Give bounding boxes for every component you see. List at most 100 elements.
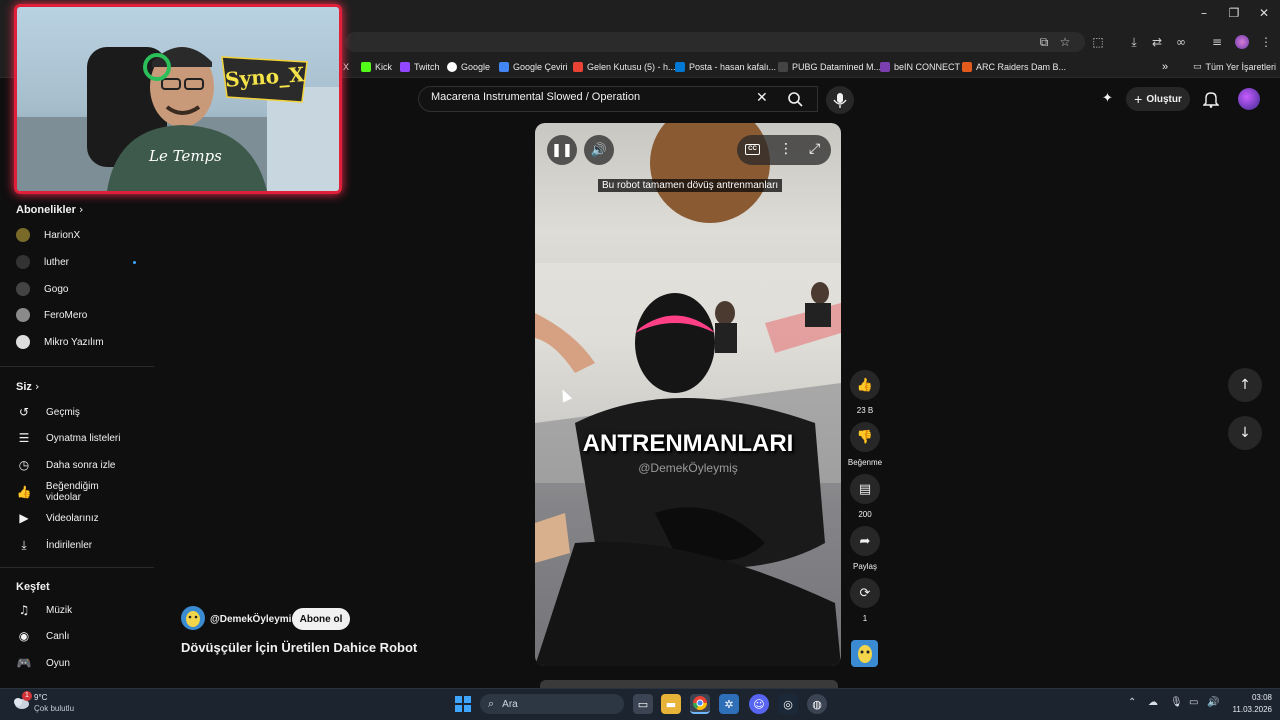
studio-icon[interactable]: ✦ xyxy=(1102,91,1118,107)
game-app-button[interactable]: ✲ xyxy=(719,694,739,714)
search-icon: ⌕ xyxy=(488,697,495,710)
all-bookmarks[interactable]: ▭ Tüm Yer İşaretleri xyxy=(1193,60,1276,74)
bookmark-google-translate[interactable]: Google Çeviri xyxy=(499,60,568,74)
channel-sound-thumb[interactable] xyxy=(851,640,878,667)
sidebar-item-playlists[interactable]: ☰ Oynatma listeleri xyxy=(16,429,136,447)
remix-action[interactable]: ⟳ 1 xyxy=(848,578,882,623)
remix-button[interactable]: ⟳ xyxy=(850,578,880,608)
obs-button[interactable]: ◍ xyxy=(807,694,827,714)
dislike-button[interactable]: 👎 xyxy=(850,422,880,452)
account-avatar[interactable] xyxy=(1238,88,1260,110)
discord-button[interactable]: ☺ xyxy=(749,694,769,714)
sidebar-item-gaming[interactable]: 🎮 Oyun xyxy=(16,654,136,672)
thumbs-up-icon: 👍 xyxy=(856,377,874,393)
notifications-icon[interactable] xyxy=(1202,90,1220,108)
sidebar-item-music[interactable]: ♫ Müzik xyxy=(16,601,136,619)
next-video-peek[interactable] xyxy=(540,680,838,688)
chrome-taskbar-button[interactable] xyxy=(690,694,710,714)
bookmark-pubg[interactable]: PUBG Datamined M... xyxy=(778,60,881,74)
sidebar-sub-gogo[interactable]: Gogo xyxy=(16,280,136,298)
obs-icon: ◍ xyxy=(812,697,822,711)
share-action[interactable]: ➦ Paylaş xyxy=(848,526,882,571)
volume-button[interactable]: 🔊 xyxy=(584,135,614,165)
speaker-icon[interactable]: 🔊 xyxy=(1207,697,1219,708)
link-icon[interactable]: ∞ xyxy=(1173,34,1189,50)
like-action[interactable]: 👍 23 B xyxy=(848,370,882,415)
clear-search-icon[interactable]: ✕ xyxy=(756,90,768,106)
search-query[interactable]: Macarena Instrumental Slowed / Operation xyxy=(431,91,640,103)
bookmark-outlook[interactable]: Posta - hasan kafalı... xyxy=(675,60,776,74)
search-button[interactable] xyxy=(776,86,816,112)
like-button[interactable]: 👍 xyxy=(850,370,880,400)
task-view-button[interactable]: ▭ xyxy=(633,694,653,714)
more-options-icon[interactable]: ⋮ xyxy=(779,141,793,157)
minimize-icon[interactable]: – xyxy=(1194,6,1214,22)
sidebar-sub-harionx[interactable]: HarionX xyxy=(16,226,136,244)
network-icon[interactable]: ▭ xyxy=(1189,697,1198,708)
sidebar-item-your-videos[interactable]: ▶ Videolarınız xyxy=(16,509,136,527)
bookmark-star-icon[interactable]: ☆ xyxy=(1057,34,1073,50)
remix-count: 1 xyxy=(862,614,868,623)
download-icon: ⤓ xyxy=(21,537,27,552)
voice-search-button[interactable] xyxy=(826,86,854,114)
comments-button[interactable]: ▤ xyxy=(850,474,880,504)
close-window-icon[interactable]: ✕ xyxy=(1254,6,1274,22)
translate-icon[interactable]: ⇄ xyxy=(1149,34,1165,50)
create-label: Oluştur xyxy=(1146,93,1182,105)
sidebar-item-downloads[interactable]: ⤓ İndirilenler xyxy=(16,536,136,554)
subscriptions-heading[interactable]: Abonelikler › xyxy=(16,203,83,216)
captions-icon[interactable]: CC xyxy=(745,144,760,155)
bookmark-arc-raiders[interactable]: ARC Raiders Dam B... xyxy=(962,60,1066,74)
sidebar-sub-luther[interactable]: luther xyxy=(16,253,136,271)
pause-icon: ❚❚ xyxy=(551,142,573,158)
steam-button[interactable]: ◎ xyxy=(778,694,798,714)
taskbar-search[interactable]: ⌕ Ara xyxy=(480,694,624,714)
download-icon[interactable]: ⤓ xyxy=(1126,34,1142,50)
maximize-icon[interactable]: ❐ xyxy=(1224,6,1244,22)
sidebar-item-watch-later[interactable]: ◷ Daha sonra izle xyxy=(16,456,136,474)
channel-name[interactable]: @DemekÖyleymiş xyxy=(210,614,297,625)
video-title[interactable]: Dövüşçüler İçin Üretilen Dahice Robot xyxy=(181,640,417,655)
install-app-icon[interactable]: ⧉ xyxy=(1036,34,1052,50)
create-button[interactable]: + Oluştur xyxy=(1126,87,1190,111)
bookmark-x[interactable]: X xyxy=(343,60,349,74)
pause-button[interactable]: ❚❚ xyxy=(547,135,577,165)
music-icon: ♫ xyxy=(18,603,30,617)
media-control-icon[interactable]: ≡ xyxy=(1209,34,1225,50)
previous-short-button[interactable]: ↑ xyxy=(1228,368,1262,402)
next-short-button[interactable]: ↓ xyxy=(1228,416,1262,450)
tray-overflow-icon[interactable]: ⌃ xyxy=(1128,697,1136,708)
you-heading[interactable]: Siz › xyxy=(16,380,39,393)
channel-avatar[interactable] xyxy=(181,606,205,630)
avatar xyxy=(16,335,30,349)
sidebar-sub-feromero[interactable]: FeroMero xyxy=(16,306,136,324)
bookmark-twitch[interactable]: Twitch xyxy=(400,60,440,74)
subscribe-button[interactable]: Abone ol xyxy=(292,608,350,630)
microphone-icon[interactable]: 🎙 xyxy=(1170,697,1183,708)
share-button[interactable]: ➦ xyxy=(850,526,880,556)
sidebar-item-liked-videos[interactable]: 👍 Beğendiğim videolar xyxy=(16,481,136,503)
comments-action[interactable]: ▤ 200 xyxy=(848,474,882,519)
fullscreen-icon[interactable]: ⤢ xyxy=(809,141,820,157)
clock-date[interactable]: 11.03.2026 xyxy=(1222,705,1272,714)
start-button[interactable] xyxy=(453,694,473,714)
address-bar[interactable] xyxy=(345,32,1085,52)
clock-time[interactable]: 03:08 xyxy=(1236,693,1272,702)
bookmark-bein[interactable]: beIN CONNECT xyxy=(880,60,960,74)
mic-icon xyxy=(833,93,847,108)
arc-raiders-icon xyxy=(962,62,972,72)
sidebar-item-history[interactable]: ↺ Geçmiş xyxy=(16,403,136,421)
file-explorer-button[interactable]: ▬ xyxy=(661,694,681,714)
bookmark-gmail[interactable]: Gelen Kutusu (5) - h... xyxy=(573,60,676,74)
shorts-video-player[interactable] xyxy=(535,123,841,666)
dislike-action[interactable]: 👎 Beğenme xyxy=(848,422,882,467)
sidebar-item-live[interactable]: ◉ Canlı xyxy=(16,627,136,645)
bookmark-google[interactable]: Google xyxy=(447,60,490,74)
extensions-icon[interactable]: ⬚ xyxy=(1090,34,1106,50)
more-bookmarks-icon[interactable]: » xyxy=(1162,60,1168,74)
browser-menu-icon[interactable]: ⋮ xyxy=(1258,34,1274,50)
onedrive-icon[interactable]: ☁ xyxy=(1148,697,1158,708)
sidebar-sub-mikro-yazilim[interactable]: Mikro Yazılım xyxy=(16,333,136,351)
profile-avatar[interactable] xyxy=(1235,35,1249,49)
bookmark-kick[interactable]: Kick xyxy=(361,60,392,74)
